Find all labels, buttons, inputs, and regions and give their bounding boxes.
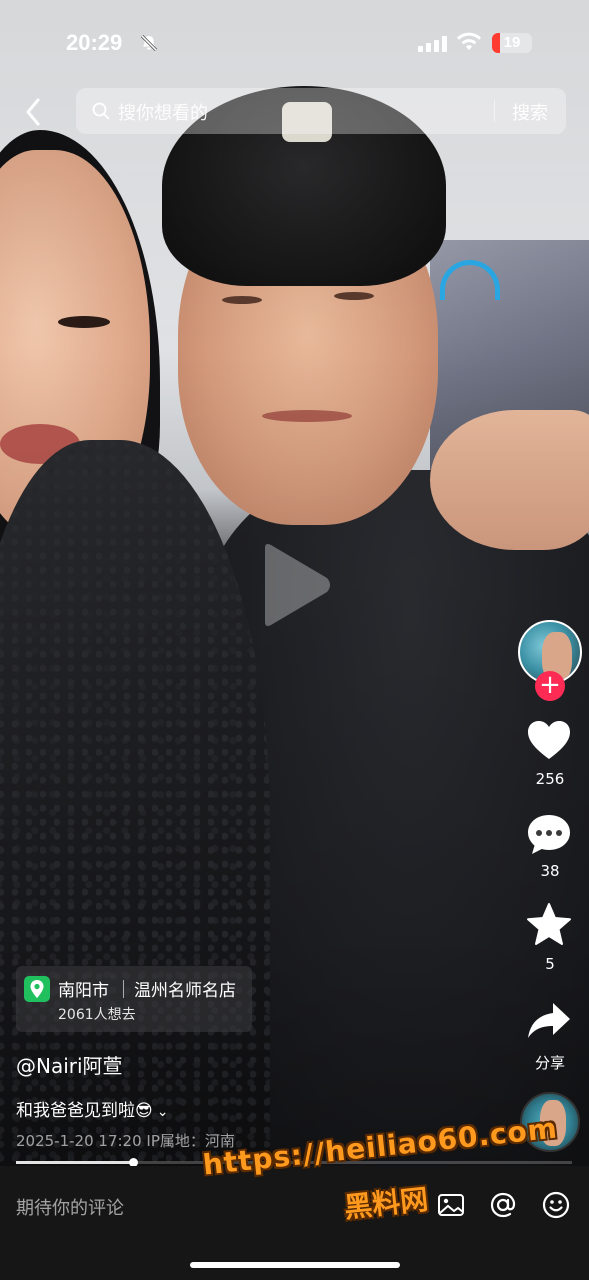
play-icon[interactable] bbox=[255, 540, 335, 630]
image-icon[interactable] bbox=[436, 1190, 466, 1220]
wifi-icon bbox=[457, 32, 481, 50]
share-label[interactable]: 分享 bbox=[510, 1052, 589, 1073]
back-arrow-icon[interactable] bbox=[18, 94, 52, 130]
heart-icon[interactable] bbox=[526, 718, 572, 764]
search-divider bbox=[494, 100, 495, 122]
search-input[interactable]: 搜你想看的 bbox=[118, 99, 208, 125]
like-count: 256 bbox=[535, 770, 565, 788]
comment-count: 38 bbox=[540, 862, 560, 880]
comment-icon[interactable] bbox=[526, 812, 572, 858]
location-shop: 温州名师名店 bbox=[134, 981, 236, 1001]
search-icon bbox=[92, 102, 110, 120]
favorite-count: 5 bbox=[545, 955, 555, 973]
search-button[interactable]: 搜索 bbox=[512, 99, 548, 125]
location-city: 南阳市 bbox=[58, 981, 109, 1001]
battery-icon: 19 bbox=[492, 33, 532, 53]
at-icon[interactable] bbox=[488, 1190, 518, 1220]
signal-icon bbox=[418, 36, 447, 52]
author-name[interactable]: @Nairi阿萱 bbox=[16, 1050, 123, 1079]
location-pin-icon bbox=[24, 976, 50, 1002]
comment-bar: 期待你的评论 bbox=[0, 1166, 589, 1280]
location-want-count: 2061人想去 bbox=[58, 1007, 136, 1023]
star-icon[interactable] bbox=[526, 902, 572, 948]
share-icon[interactable] bbox=[526, 998, 572, 1044]
location-card[interactable]: 南阳市 温州名师名店 2061人想去 bbox=[16, 966, 252, 1032]
battery-level-text: 19 bbox=[503, 34, 521, 51]
follow-button[interactable]: + bbox=[535, 671, 565, 701]
bell-slash-icon bbox=[140, 34, 158, 52]
emoji-icon[interactable] bbox=[541, 1190, 571, 1220]
comment-input[interactable]: 期待你的评论 bbox=[16, 1194, 124, 1220]
search-bar[interactable]: 搜你想看的 搜索 bbox=[76, 88, 566, 134]
location-pin-glyph bbox=[30, 980, 44, 998]
caption-text: 和我爸爸见到啦😎 bbox=[16, 1101, 153, 1121]
status-time: 20:29 bbox=[66, 30, 123, 55]
location-divider bbox=[123, 980, 124, 998]
video-caption[interactable]: 和我爸爸见到啦😎 ⌄ bbox=[16, 1096, 168, 1121]
home-indicator[interactable] bbox=[190, 1262, 400, 1268]
status-bar: 20:29 19 bbox=[0, 0, 589, 80]
video-progress-fill bbox=[16, 1161, 133, 1164]
expand-chevron-icon[interactable]: ⌄ bbox=[157, 1104, 169, 1120]
